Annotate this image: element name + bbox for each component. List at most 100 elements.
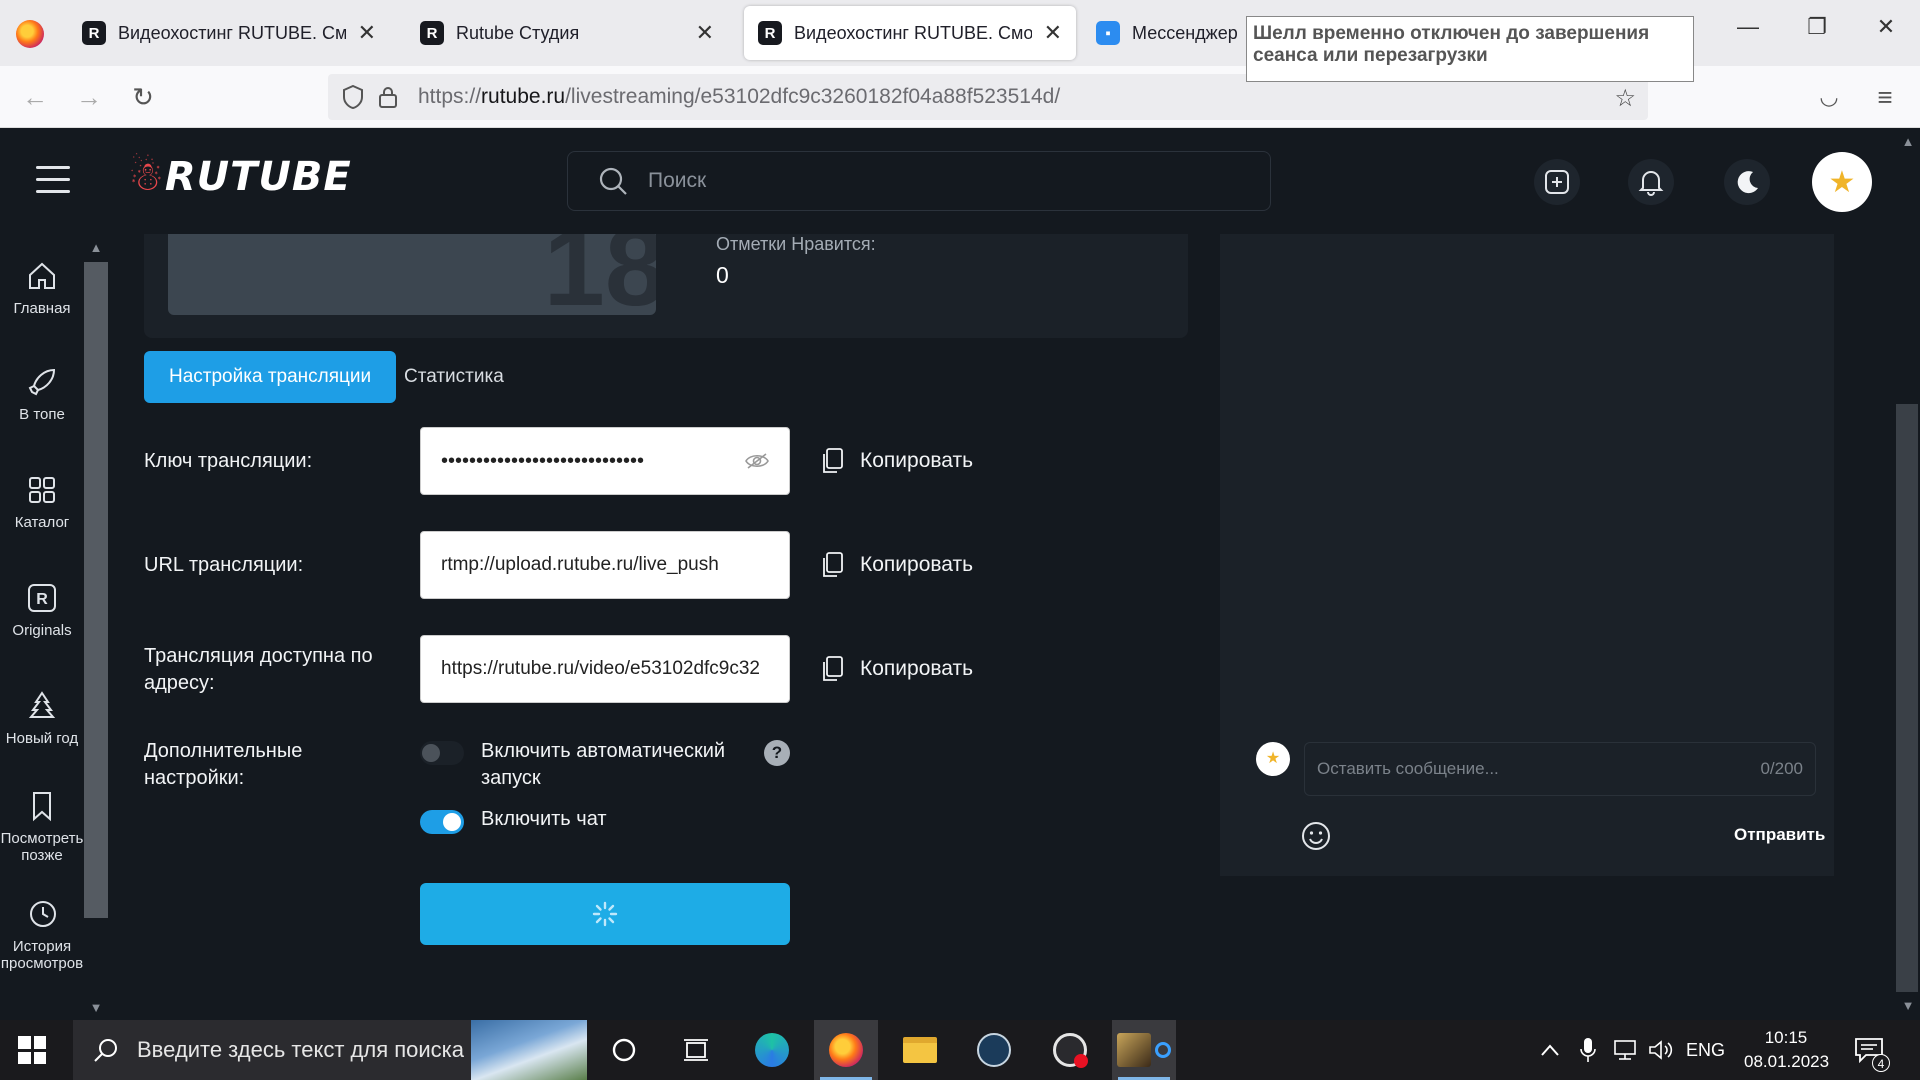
- game-app-icon[interactable]: [1112, 1020, 1176, 1080]
- taskbar-search[interactable]: Введите здесь текст для поиска: [73, 1020, 587, 1080]
- reload-icon[interactable]: ↻: [126, 80, 160, 114]
- file-explorer-icon[interactable]: [888, 1020, 952, 1080]
- chat-user-avatar: ★: [1256, 742, 1290, 776]
- close-tab-icon[interactable]: ✕: [1044, 20, 1062, 46]
- send-message-button[interactable]: Отправить: [1734, 825, 1825, 845]
- originals-icon: R: [28, 584, 56, 612]
- emoji-icon[interactable]: [1300, 820, 1332, 852]
- browser-tab-3-active[interactable]: R Видеохостинг RUTUBE. Смотри ✕: [744, 6, 1076, 60]
- public-address-label: Трансляция доступна по адресу:: [144, 645, 373, 694]
- minimize-window-icon[interactable]: —: [1728, 14, 1768, 40]
- browser-tab-2[interactable]: R Rutube Студия ✕: [406, 6, 728, 60]
- chat-toggle-label: Включить чат: [481, 808, 607, 830]
- theme-toggle-button[interactable]: [1724, 159, 1770, 205]
- chat-char-counter: 0/200: [1760, 759, 1803, 778]
- steam-icon[interactable]: [962, 1020, 1026, 1080]
- svg-text:R: R: [36, 591, 48, 608]
- copy-address-button[interactable]: Копировать: [820, 649, 973, 689]
- sidebar-item-label: Originals: [12, 622, 72, 639]
- language-indicator[interactable]: ENG: [1686, 1020, 1725, 1080]
- sidebar-item-new-year[interactable]: Новый год: [0, 690, 84, 747]
- search-input[interactable]: [648, 169, 1248, 193]
- search-icon: [599, 167, 627, 195]
- tracking-shield-icon[interactable]: [342, 85, 364, 109]
- browser-tab-1[interactable]: R Видеохостинг RUTUBE. Смотри ✕: [68, 6, 390, 60]
- cortana-icon[interactable]: [592, 1020, 656, 1080]
- app-menu-icon[interactable]: ≡: [1868, 80, 1902, 114]
- tab-stream-settings[interactable]: Настройка трансляции: [144, 351, 397, 403]
- close-tab-icon[interactable]: ✕: [358, 20, 376, 46]
- chat-message-input[interactable]: [1317, 759, 1761, 779]
- taskbar-search-text: Введите здесь текст для поиска: [137, 1037, 465, 1062]
- obs-studio-icon[interactable]: [1038, 1020, 1102, 1080]
- copy-url-button[interactable]: Копировать: [820, 545, 973, 585]
- windows-taskbar: Введите здесь текст для поиска ENG 10:15: [0, 1020, 1920, 1080]
- forward-arrow-icon[interactable]: →: [72, 80, 106, 114]
- page-scroll-up-icon[interactable]: ▲: [1896, 130, 1920, 154]
- restore-window-icon[interactable]: ❐: [1797, 14, 1837, 40]
- sidebar-item-label: Новый год: [5, 730, 79, 747]
- copy-icon: [823, 656, 843, 681]
- chat-toggle[interactable]: [420, 810, 464, 834]
- task-view-icon[interactable]: [664, 1020, 728, 1080]
- edge-browser-icon[interactable]: [740, 1020, 804, 1080]
- notifications-button[interactable]: [1628, 159, 1674, 205]
- network-icon[interactable]: [1612, 1020, 1638, 1080]
- page-scrollbar-thumb[interactable]: [1896, 404, 1918, 992]
- shell-disabled-tooltip: Шелл временно отключен до завершения сеа…: [1246, 16, 1694, 82]
- sidebar-scroll-up-icon[interactable]: ▲: [84, 236, 108, 260]
- autostart-label: Включить автоматический запуск: [481, 740, 726, 789]
- search-box[interactable]: [567, 151, 1271, 211]
- stream-key-field[interactable]: •••••••••••••••••••••••••••••: [420, 427, 790, 495]
- tab-statistics[interactable]: Статистика: [404, 351, 504, 403]
- bookmark-star-icon[interactable]: ☆: [1614, 84, 1636, 113]
- firefox-taskbar-icon[interactable]: [814, 1020, 878, 1080]
- public-address-field[interactable]: https://rutube.ru/video/e53102dfc9c32: [420, 635, 790, 703]
- sidebar-item-originals[interactable]: R Originals: [0, 582, 84, 639]
- tab-title: Мессенджер: [1132, 22, 1238, 43]
- rutube-logo[interactable]: ☃RUTUBE: [128, 154, 352, 200]
- upload-button[interactable]: [1534, 159, 1580, 205]
- save-settings-button[interactable]: [420, 883, 790, 945]
- sidebar-scroll-down-icon[interactable]: ▼: [84, 996, 108, 1020]
- help-icon[interactable]: ?: [764, 740, 790, 766]
- add-video-icon: [1545, 170, 1569, 194]
- copy-key-button[interactable]: Копировать: [820, 441, 973, 481]
- user-avatar[interactable]: ★: [1812, 152, 1872, 212]
- firefox-menu-icon[interactable]: [16, 20, 44, 48]
- sidebar-item-top[interactable]: В топе: [0, 366, 84, 423]
- close-tab-icon[interactable]: ✕: [696, 20, 714, 46]
- lock-icon[interactable]: [378, 86, 398, 108]
- sidebar-item-home[interactable]: Главная: [0, 260, 84, 317]
- notification-count-badge: 4: [1872, 1054, 1890, 1072]
- sidebar-item-watch-later[interactable]: Посмотреть позже: [0, 790, 84, 864]
- chat-message-box[interactable]: 0/200: [1304, 742, 1816, 796]
- taskbar-clock[interactable]: 10:15 08.01.2023: [1744, 1026, 1830, 1074]
- tray-chevron-icon[interactable]: [1540, 1020, 1560, 1080]
- stream-url-label: URL трансляции:: [144, 554, 304, 576]
- clock-time: 10:15: [1764, 1028, 1808, 1047]
- back-arrow-icon[interactable]: ←: [18, 80, 52, 114]
- clock-date: 08.01.2023: [1744, 1052, 1830, 1071]
- stream-url-value: rtmp://upload.rutube.ru/live_push: [441, 554, 719, 575]
- browser-tab-4[interactable]: ▪ Мессенджер: [1082, 6, 1262, 60]
- windows-start-icon[interactable]: [18, 1036, 46, 1064]
- microphone-icon[interactable]: [1580, 1020, 1596, 1080]
- stream-key-label: Ключ трансляции:: [144, 450, 313, 472]
- autostart-toggle[interactable]: [420, 741, 464, 765]
- pocket-icon[interactable]: ◡: [1812, 80, 1846, 114]
- main-content: 18 Отметки Нравится: 0 Настройка трансля…: [108, 234, 1920, 1020]
- page-scroll-down-icon[interactable]: ▼: [1896, 994, 1920, 1018]
- menu-burger-icon[interactable]: [36, 166, 70, 194]
- hide-eye-icon[interactable]: [745, 452, 769, 470]
- sidebar-scrollbar-thumb[interactable]: [84, 262, 108, 918]
- stream-url-field[interactable]: rtmp://upload.rutube.ru/live_push: [420, 531, 790, 599]
- sidebar-item-catalog[interactable]: Каталог: [0, 474, 84, 531]
- copy-icon: [823, 448, 843, 473]
- sidebar-item-history[interactable]: История просмотров: [0, 898, 84, 972]
- close-window-icon[interactable]: ✕: [1866, 14, 1906, 40]
- rutube-favicon-icon: R: [420, 21, 444, 45]
- volume-icon[interactable]: [1648, 1020, 1674, 1080]
- loading-spinner-icon: [592, 901, 618, 927]
- sidebar: Главная В топе Каталог R Originals Новый…: [0, 234, 84, 1020]
